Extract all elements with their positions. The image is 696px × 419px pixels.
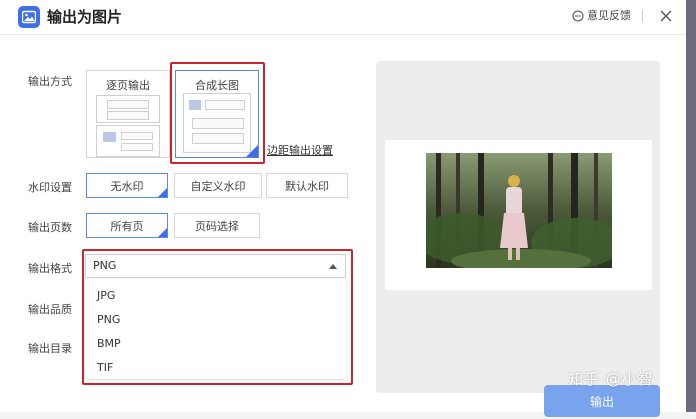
output-mode-label: 输出方式: [28, 75, 72, 88]
export-button[interactable]: 输出: [544, 385, 660, 417]
mode-option-label: 逐页输出: [106, 79, 150, 92]
mode-page-by-page[interactable]: 逐页输出: [86, 70, 170, 158]
quality-label: 输出品质: [28, 303, 72, 316]
feedback-button[interactable]: 意见反馈: [572, 8, 631, 24]
text-line: [107, 111, 149, 120]
text-line: [121, 143, 153, 151]
option-label: 自定义水印: [190, 180, 246, 193]
pages-select[interactable]: 页码选择: [174, 213, 260, 238]
text-line: [107, 100, 149, 109]
selected-check-icon: [158, 228, 167, 237]
export-image-dialog: 输出为图片 意见反馈 输出方式 逐页输出 合成长图 边距输出设置 水印设置 无水…: [0, 0, 686, 417]
titlebar-divider: [642, 10, 643, 22]
preview-image: [426, 153, 612, 268]
background-edge: [686, 0, 696, 412]
page-preview-sheet: [96, 95, 160, 123]
option-label: 无水印: [110, 180, 144, 193]
highlight-box: [82, 249, 353, 385]
pages-label: 输出页数: [28, 221, 72, 234]
image-thumb: [103, 132, 116, 142]
highlight-box: [170, 62, 265, 164]
text-line: [121, 132, 153, 140]
image-export-icon: [18, 6, 40, 28]
option-label: 默认水印: [285, 180, 329, 193]
selected-check-icon: [158, 188, 167, 197]
feedback-label: 意见反馈: [587, 9, 631, 22]
option-label: 页码选择: [195, 220, 239, 233]
pages-all[interactable]: 所有页: [86, 213, 168, 238]
watermark-custom[interactable]: 自定义水印: [174, 173, 262, 198]
zhihu-watermark: 知乎 @小智: [568, 370, 654, 388]
watermark-default[interactable]: 默认水印: [266, 173, 348, 198]
title-bar: 输出为图片 意见反馈: [0, 0, 686, 35]
page-preview-sheet: [96, 125, 160, 157]
chat-bubble-icon: [572, 10, 584, 22]
format-label: 输出格式: [28, 262, 72, 275]
margin-settings-link[interactable]: 边距输出设置: [267, 142, 333, 158]
option-label: 所有页: [110, 220, 144, 233]
watermark-label: 水印设置: [28, 181, 72, 194]
close-icon[interactable]: [659, 9, 673, 23]
watermark-none[interactable]: 无水印: [86, 173, 168, 198]
dialog-title: 输出为图片: [47, 8, 123, 26]
directory-label: 输出目录: [28, 342, 72, 355]
